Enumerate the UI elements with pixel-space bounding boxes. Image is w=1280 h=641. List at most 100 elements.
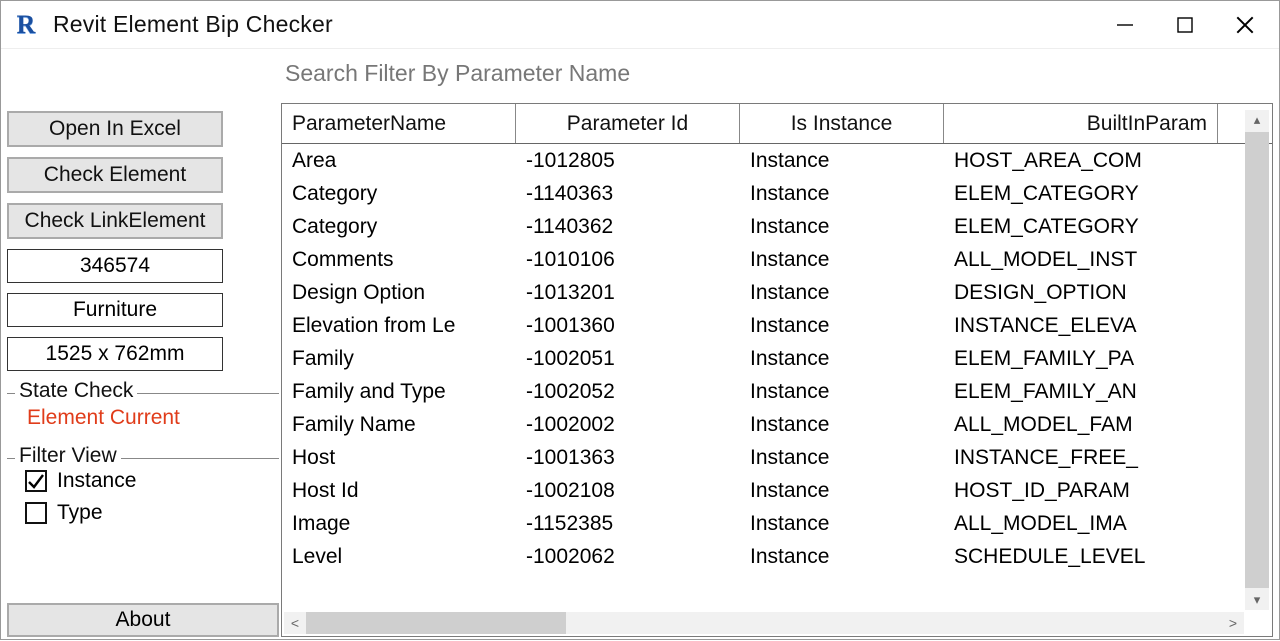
app-icon: R [9, 8, 43, 42]
state-check-value: Element Current [25, 400, 267, 432]
table-row[interactable]: Category-1140362InstanceELEM_CATEGORY [282, 210, 1272, 243]
element-id-field: 346574 [7, 249, 223, 283]
window-title: Revit Element Bip Checker [53, 11, 333, 38]
element-category-field: Furniture [7, 293, 223, 327]
cell-parameter-name: Category [282, 182, 516, 206]
cell-is-instance: Instance [740, 545, 944, 569]
table-row[interactable]: Design Option-1013201InstanceDESIGN_OPTI… [282, 276, 1272, 309]
cell-builtin-param: ELEM_FAMILY_AN [944, 380, 1218, 404]
column-header-builtin-param[interactable]: BuiltInParam [944, 104, 1218, 143]
maximize-button[interactable] [1155, 5, 1215, 45]
cell-parameter-id: -1010106 [516, 248, 740, 272]
scroll-right-arrow-icon[interactable]: > [1222, 612, 1244, 634]
cell-is-instance: Instance [740, 215, 944, 239]
filter-type-label: Type [57, 501, 103, 525]
cell-parameter-id: -1002108 [516, 479, 740, 503]
cell-parameter-name: Family [282, 347, 516, 371]
cell-builtin-param: ELEM_FAMILY_PA [944, 347, 1218, 371]
table-row[interactable]: Area-1012805InstanceHOST_AREA_COM [282, 144, 1272, 177]
cell-is-instance: Instance [740, 281, 944, 305]
cell-is-instance: Instance [740, 314, 944, 338]
cell-parameter-name: Family Name [282, 413, 516, 437]
scroll-left-arrow-icon[interactable]: < [284, 612, 306, 634]
cell-builtin-param: ALL_MODEL_INST [944, 248, 1218, 272]
column-header-parameter-name[interactable]: ParameterName [282, 104, 516, 143]
cell-parameter-name: Area [282, 149, 516, 173]
parameter-grid: ParameterName Parameter Id Is Instance B… [281, 103, 1273, 637]
cell-builtin-param: SCHEDULE_LEVEL [944, 545, 1218, 569]
column-header-parameter-id[interactable]: Parameter Id [516, 104, 740, 143]
cell-builtin-param: HOST_ID_PARAM [944, 479, 1218, 503]
table-row[interactable]: Image-1152385InstanceALL_MODEL_IMA [282, 507, 1272, 540]
cell-is-instance: Instance [740, 380, 944, 404]
minimize-button[interactable] [1095, 5, 1155, 45]
table-row[interactable]: Category-1140363InstanceELEM_CATEGORY [282, 177, 1272, 210]
cell-parameter-name: Host Id [282, 479, 516, 503]
checkbox-icon [25, 502, 47, 524]
cell-is-instance: Instance [740, 413, 944, 437]
grid-body: Area-1012805InstanceHOST_AREA_COMCategor… [282, 144, 1272, 614]
cell-parameter-name: Elevation from Le [282, 314, 516, 338]
grid-header: ParameterName Parameter Id Is Instance B… [282, 104, 1272, 144]
vertical-scrollbar-thumb[interactable] [1245, 132, 1269, 588]
cell-parameter-id: -1140362 [516, 215, 740, 239]
title-bar: R Revit Element Bip Checker [1, 1, 1279, 49]
close-button[interactable] [1215, 5, 1275, 45]
check-link-element-button[interactable]: Check LinkElement [7, 203, 223, 239]
table-row[interactable]: Elevation from Le-1001360InstanceINSTANC… [282, 309, 1272, 342]
cell-parameter-id: -1140363 [516, 182, 740, 206]
cell-parameter-id: -1001360 [516, 314, 740, 338]
cell-parameter-id: -1002002 [516, 413, 740, 437]
search-input[interactable] [281, 53, 1273, 93]
cell-parameter-id: -1001363 [516, 446, 740, 470]
cell-is-instance: Instance [740, 347, 944, 371]
filter-view-group: Filter View Instance Type [7, 458, 279, 535]
cell-parameter-id: -1002051 [516, 347, 740, 371]
cell-parameter-id: -1012805 [516, 149, 740, 173]
horizontal-scrollbar[interactable]: < > [284, 612, 1244, 634]
cell-builtin-param: ALL_MODEL_IMA [944, 512, 1218, 536]
cell-parameter-name: Image [282, 512, 516, 536]
checkbox-icon [25, 470, 47, 492]
column-header-is-instance[interactable]: Is Instance [740, 104, 944, 143]
table-row[interactable]: Level-1002062InstanceSCHEDULE_LEVEL [282, 540, 1272, 573]
state-check-group: State Check Element Current [7, 393, 279, 438]
filter-instance-checkbox[interactable]: Instance [25, 465, 267, 497]
cell-parameter-name: Category [282, 215, 516, 239]
state-check-legend: State Check [15, 379, 137, 403]
table-row[interactable]: Host-1001363InstanceINSTANCE_FREE_ [282, 441, 1272, 474]
filter-view-legend: Filter View [15, 444, 121, 468]
cell-builtin-param: INSTANCE_ELEVA [944, 314, 1218, 338]
filter-instance-label: Instance [57, 469, 136, 493]
filter-type-checkbox[interactable]: Type [25, 497, 267, 529]
cell-parameter-id: -1002052 [516, 380, 740, 404]
table-row[interactable]: Family Name-1002002InstanceALL_MODEL_FAM [282, 408, 1272, 441]
cell-parameter-id: -1002062 [516, 545, 740, 569]
cell-is-instance: Instance [740, 149, 944, 173]
table-row[interactable]: Comments-1010106InstanceALL_MODEL_INST [282, 243, 1272, 276]
cell-builtin-param: ELEM_CATEGORY [944, 182, 1218, 206]
check-element-button[interactable]: Check Element [7, 157, 223, 193]
scroll-up-arrow-icon[interactable]: ▴ [1245, 110, 1269, 130]
table-row[interactable]: Family-1002051InstanceELEM_FAMILY_PA [282, 342, 1272, 375]
element-family-type-field: 1525 x 762mm [7, 337, 223, 371]
cell-is-instance: Instance [740, 512, 944, 536]
cell-is-instance: Instance [740, 182, 944, 206]
vertical-scrollbar[interactable]: ▴ ▾ [1245, 110, 1269, 610]
cell-parameter-id: -1152385 [516, 512, 740, 536]
about-button[interactable]: About [7, 603, 279, 637]
cell-is-instance: Instance [740, 248, 944, 272]
cell-builtin-param: INSTANCE_FREE_ [944, 446, 1218, 470]
table-row[interactable]: Family and Type-1002052InstanceELEM_FAMI… [282, 375, 1272, 408]
cell-parameter-name: Family and Type [282, 380, 516, 404]
open-in-excel-button[interactable]: Open In Excel [7, 111, 223, 147]
cell-builtin-param: HOST_AREA_COM [944, 149, 1218, 173]
table-row[interactable]: Host Id-1002108InstanceHOST_ID_PARAM [282, 474, 1272, 507]
cell-builtin-param: DESIGN_OPTION [944, 281, 1218, 305]
scroll-down-arrow-icon[interactable]: ▾ [1245, 590, 1269, 610]
cell-is-instance: Instance [740, 446, 944, 470]
cell-parameter-id: -1013201 [516, 281, 740, 305]
cell-builtin-param: ALL_MODEL_FAM [944, 413, 1218, 437]
horizontal-scrollbar-thumb[interactable] [306, 612, 566, 634]
cell-parameter-name: Comments [282, 248, 516, 272]
